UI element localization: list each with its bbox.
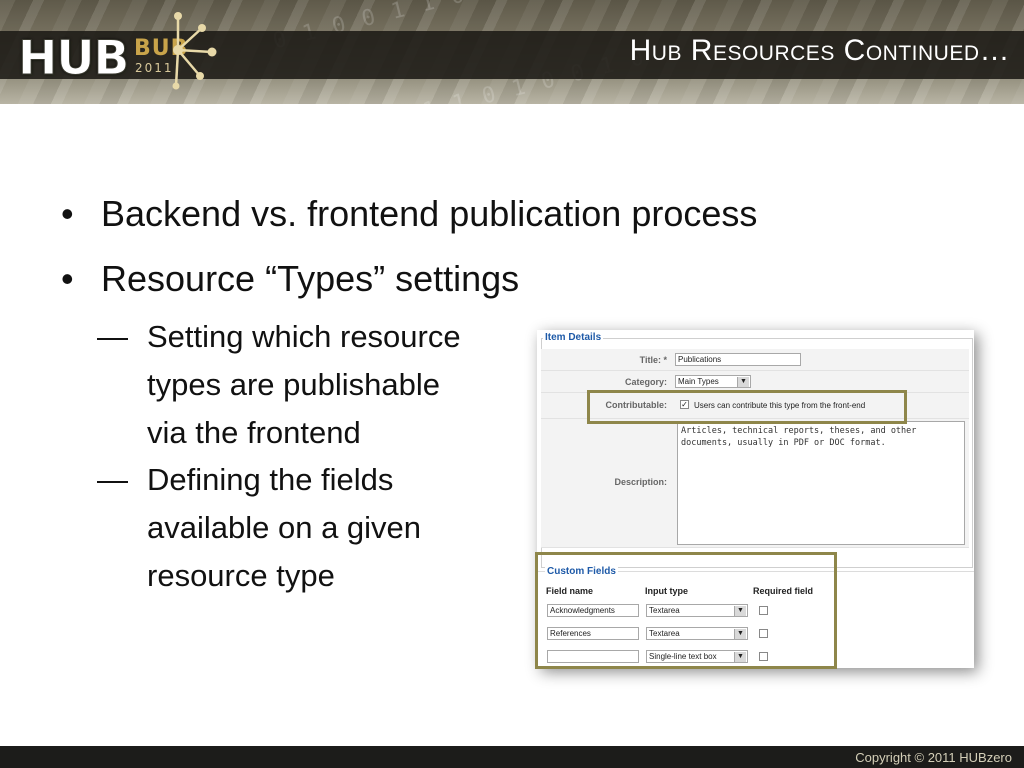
hubbub-logo: HUB BUB 2011 — [17, 12, 218, 90]
copyright-text: Copyright © 2011 HUBzero — [855, 750, 1012, 765]
sub-bullet-line: resource type — [147, 558, 335, 593]
sub-bullet-fields: — Defining the fields available on a giv… — [97, 456, 517, 600]
item-details-legend: Item Details — [543, 332, 604, 343]
contributable-highlight — [587, 390, 907, 424]
bullet-resource-types: • Resource “Types” settings — [61, 256, 520, 301]
sub-bullet-line: via the frontend — [147, 415, 361, 450]
sub-bullet-line: Defining the fields — [147, 462, 394, 497]
dash-icon: — — [97, 462, 128, 497]
bullet-text: Resource “Types” settings — [101, 258, 520, 299]
title-row: Title: * Publications — [541, 349, 969, 371]
chevron-down-icon[interactable]: ▼ — [737, 377, 749, 387]
title-label: Title: * — [639, 355, 667, 365]
custom-fields-highlight — [535, 552, 837, 669]
footer-bar: Copyright © 2011 HUBzero — [0, 746, 1024, 768]
category-select[interactable]: Main Types ▼ — [675, 375, 751, 388]
sub-bullet-line: Setting which resource — [147, 319, 461, 354]
description-label: Description: — [614, 477, 667, 487]
header-banner: 0 1 0 0 1 1 0 1 1 1 0 1 0 0 1 0 Hub Reso… — [0, 0, 1024, 104]
sub-bullet-line: available on a given — [147, 510, 422, 545]
bullet-text: Backend vs. frontend publication process — [101, 193, 758, 234]
description-textarea[interactable]: Articles, technical reports, theses, and… — [677, 421, 965, 545]
resource-type-form-screenshot: Item Details Title: * Publications Categ… — [535, 330, 974, 669]
dash-icon: — — [97, 319, 128, 354]
description-row: Description: Articles, technical reports… — [541, 419, 969, 548]
bullet-backend-frontend: • Backend vs. frontend publication proce… — [61, 191, 758, 236]
logo-hub-text: HUB — [17, 31, 129, 87]
category-selected-value: Main Types — [678, 377, 719, 386]
category-label: Category: — [624, 377, 667, 387]
title-input[interactable]: Publications — [675, 353, 801, 366]
sub-bullet-publishable: — Setting which resource types are publi… — [97, 313, 517, 457]
bullet-dot-icon: • — [61, 258, 74, 299]
sub-bullet-line: types are publishable — [147, 367, 440, 402]
page-title: Hub Resources Continued… — [629, 34, 1010, 67]
logo-network-icon — [172, 12, 217, 90]
bullet-dot-icon: • — [61, 193, 74, 234]
